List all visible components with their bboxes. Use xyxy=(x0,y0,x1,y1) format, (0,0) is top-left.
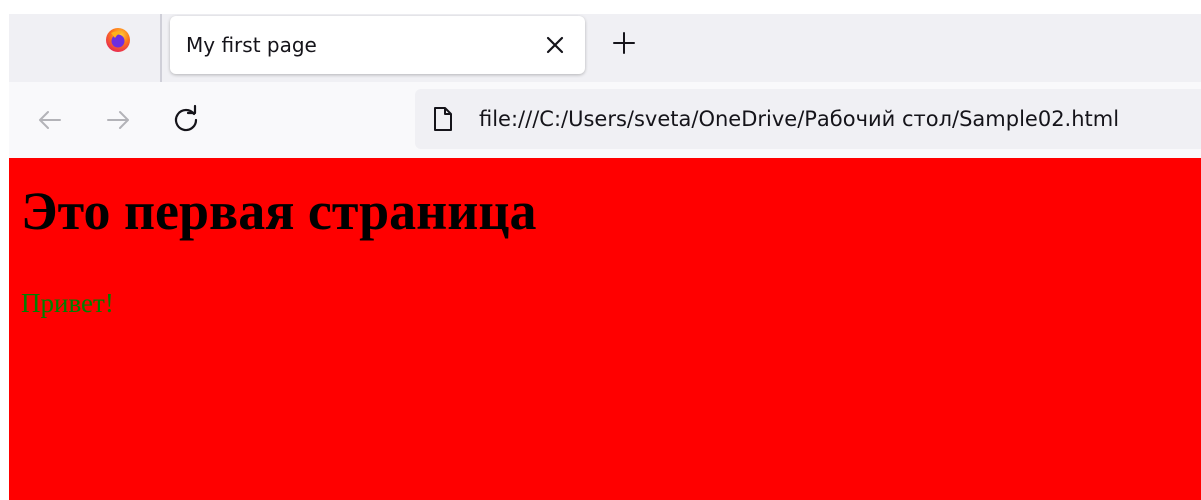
address-bar[interactable]: file:///C:/Users/sveta/OneDrive/Рабочий … xyxy=(415,89,1201,149)
tab-strip: My first page xyxy=(9,14,1201,82)
tab-active[interactable]: My first page xyxy=(170,16,585,74)
page-icon[interactable] xyxy=(431,106,455,132)
browser-window: My first page file:///C:/Users/sveta/One… xyxy=(9,14,1201,500)
tab-title: My first page xyxy=(186,33,317,57)
page-content: Это первая страница Привет! xyxy=(9,158,1201,500)
navigation-bar: file:///C:/Users/sveta/OneDrive/Рабочий … xyxy=(9,82,1201,158)
firefox-icon[interactable] xyxy=(105,27,131,53)
new-tab-button[interactable] xyxy=(609,28,639,58)
reload-icon[interactable] xyxy=(169,103,203,137)
close-tab-icon[interactable] xyxy=(540,30,570,60)
back-arrow-icon[interactable] xyxy=(33,103,67,137)
url-text[interactable]: file:///C:/Users/sveta/OneDrive/Рабочий … xyxy=(479,107,1119,131)
greeting-paragraph: Привет! xyxy=(21,288,114,318)
page-heading: Это первая страница xyxy=(21,181,537,241)
forward-arrow-icon[interactable] xyxy=(101,103,135,137)
tab-separator xyxy=(160,14,162,82)
